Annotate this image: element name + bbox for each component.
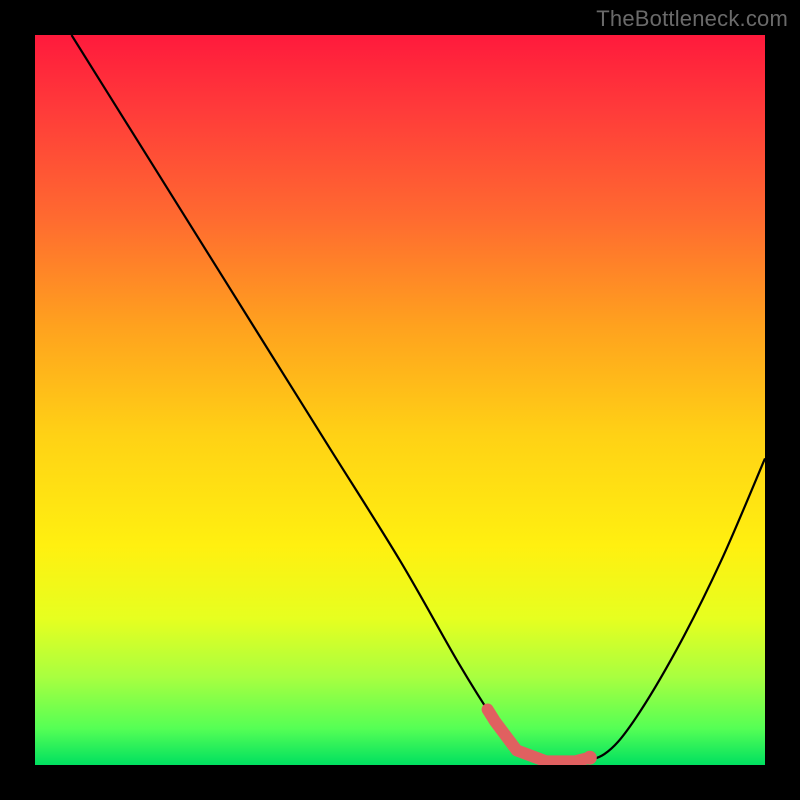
chart-frame: TheBottleneck.com bbox=[0, 0, 800, 800]
bottleneck-curve bbox=[72, 35, 766, 763]
plot-area bbox=[35, 35, 765, 765]
curve-highlight-segment bbox=[488, 710, 590, 762]
watermark-text: TheBottleneck.com bbox=[596, 6, 788, 32]
curve-highlight-dot bbox=[583, 751, 597, 765]
curve-svg bbox=[35, 35, 765, 765]
